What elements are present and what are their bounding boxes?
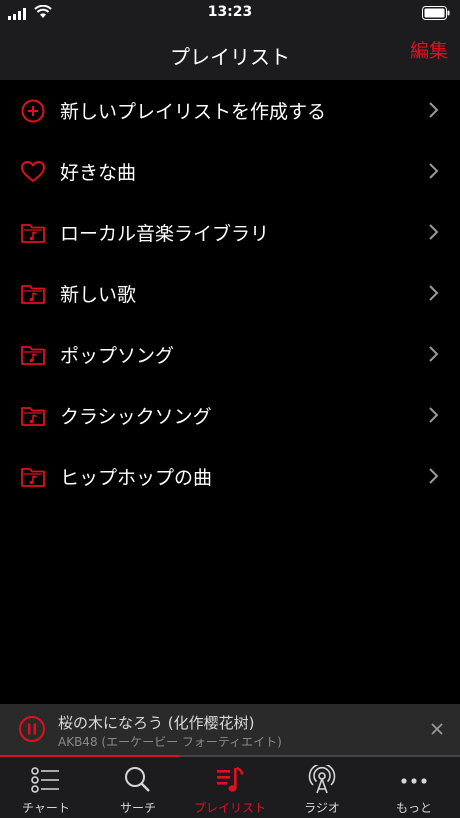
playlist-icon — [217, 766, 244, 792]
page-title: プレイリスト — [170, 45, 290, 69]
battery-icon — [422, 6, 450, 20]
list-item-label: クラシックソング — [60, 406, 212, 428]
favorite-songs-row[interactable]: 好きな曲 — [0, 141, 460, 202]
more-icon — [401, 778, 427, 784]
radio-icon — [308, 765, 336, 794]
pop-songs-row[interactable]: ポップソング — [0, 324, 460, 385]
chevron-right-icon — [429, 163, 439, 179]
playlist-list: 新しいプレイリストを作成する 好きな曲 ローカル音楽ライブラリ 新しい歌 ポップ… — [0, 80, 460, 507]
tab-label: プレイリスト — [193, 801, 266, 815]
tab-chart[interactable]: チャート — [0, 757, 92, 818]
classic-songs-row[interactable]: クラシックソング — [0, 385, 460, 446]
navigation-bar: プレイリスト 編集 — [0, 28, 460, 80]
track-title: 桜の木になろう (化作樱花树) — [58, 714, 255, 732]
music-folder-icon — [21, 467, 45, 487]
tab-search[interactable]: サーチ — [92, 757, 184, 818]
tab-label: ラジオ — [304, 801, 340, 815]
chevron-right-icon — [429, 285, 439, 301]
track-artist: AKB48 (エーケービー フォーティエイト) — [58, 735, 282, 749]
chevron-right-icon — [429, 468, 439, 484]
music-folder-icon — [21, 345, 45, 365]
create-playlist-row[interactable]: 新しいプレイリストを作成する — [0, 80, 460, 141]
mini-player[interactable]: 桜の木になろう (化作樱花树) AKB48 (エーケービー フォーティエイト) — [0, 704, 460, 755]
list-item-label: ローカル音楽ライブラリ — [60, 223, 270, 245]
tab-radio[interactable]: ラジオ — [276, 757, 368, 818]
music-folder-icon — [21, 406, 45, 426]
status-bar: 13:23 — [0, 0, 460, 28]
list-item-label: ヒップホップの曲 — [60, 467, 213, 489]
chevron-right-icon — [429, 102, 439, 118]
search-icon — [125, 767, 150, 792]
hiphop-songs-row[interactable]: ヒップホップの曲 — [0, 446, 460, 507]
tab-more[interactable]: もっと — [368, 757, 460, 818]
tab-label: もっと — [395, 801, 432, 815]
music-folder-icon — [21, 223, 45, 243]
edit-button[interactable]: 編集 — [410, 36, 448, 63]
list-item-label: 好きな曲 — [60, 162, 137, 184]
tab-playlist[interactable]: プレイリスト — [184, 757, 276, 818]
local-library-row[interactable]: ローカル音楽ライブラリ — [0, 202, 460, 263]
new-songs-row[interactable]: 新しい歌 — [0, 263, 460, 324]
status-time: 13:23 — [207, 4, 253, 20]
tab-label: チャート — [22, 801, 70, 815]
list-item-label: 新しい歌 — [60, 284, 137, 306]
heart-icon — [21, 160, 45, 182]
list-item-label: ポップソング — [60, 345, 175, 367]
pause-icon[interactable] — [18, 715, 46, 743]
list-item-label: 新しいプレイリストを作成する — [60, 101, 327, 123]
tab-label: サーチ — [119, 801, 156, 815]
music-folder-icon — [21, 284, 45, 304]
tab-bar: チャート サーチ プレイリスト ラジオ もっと — [0, 757, 460, 818]
close-icon[interactable] — [430, 722, 444, 736]
chevron-right-icon — [429, 224, 439, 240]
add-circle-icon — [21, 99, 45, 122]
chart-list-icon — [31, 767, 59, 793]
chevron-right-icon — [429, 407, 439, 423]
chevron-right-icon — [429, 346, 439, 362]
